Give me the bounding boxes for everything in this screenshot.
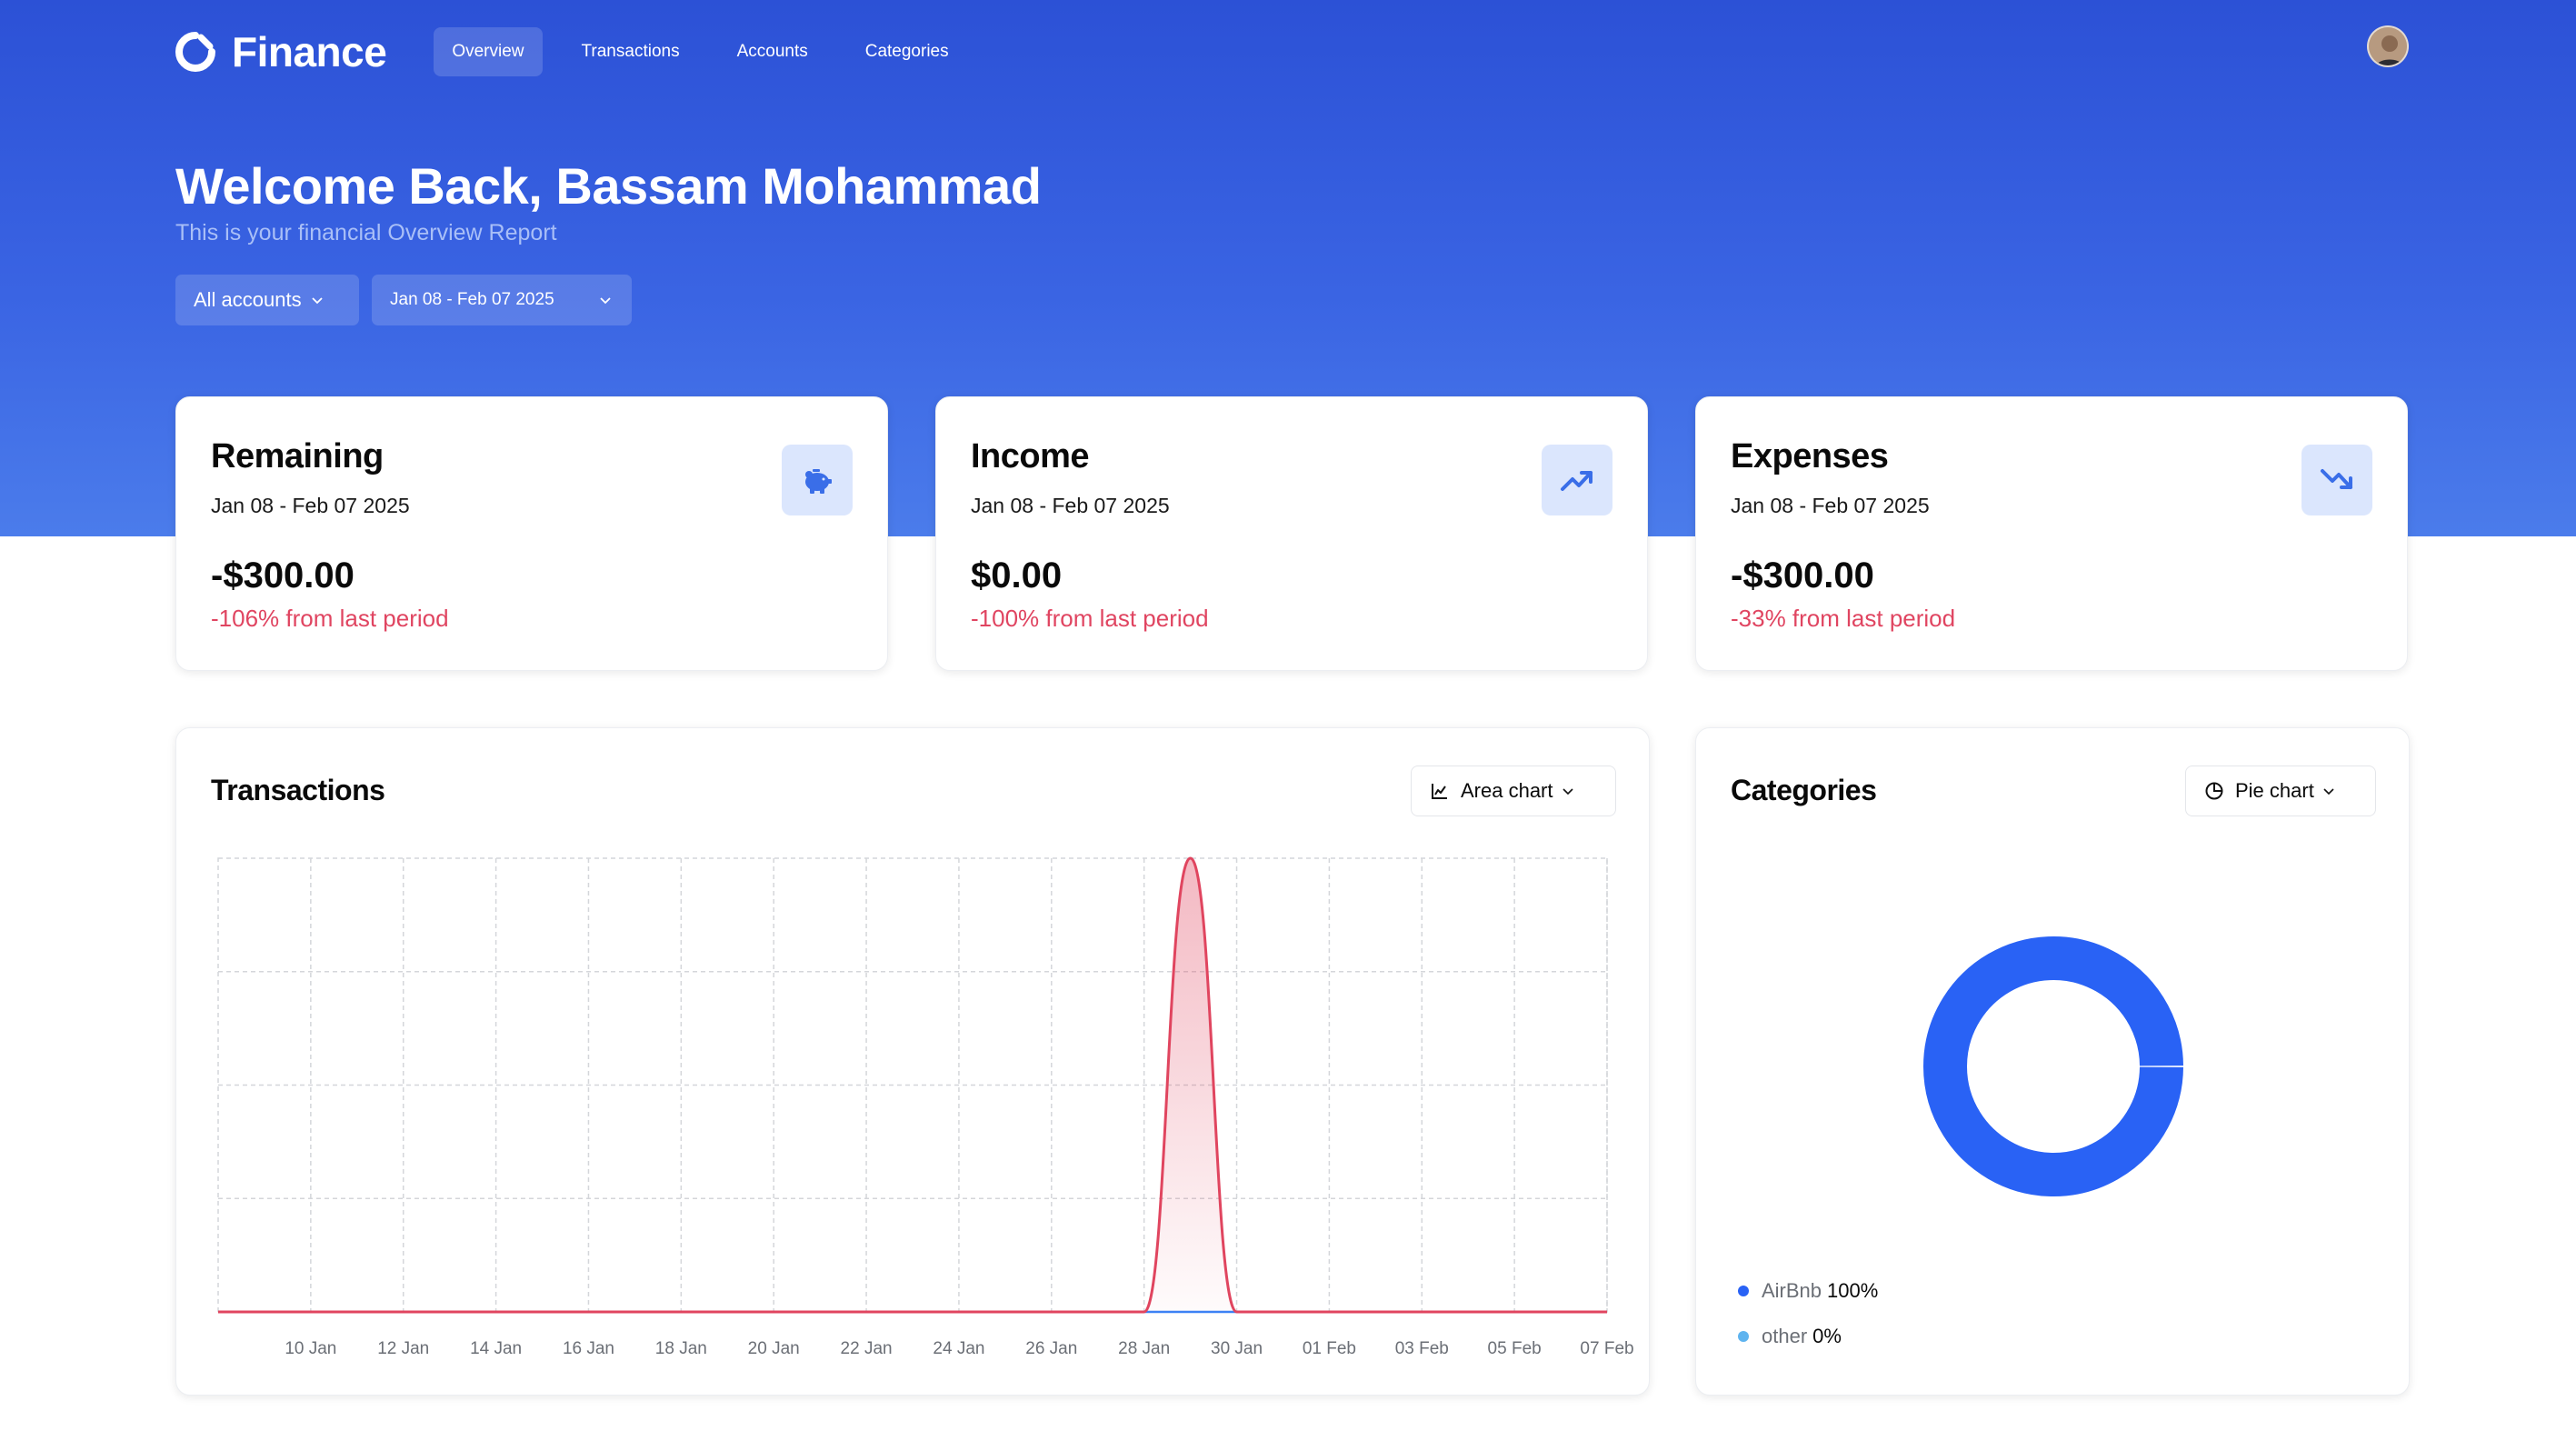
top-nav: Finance Overview Transactions Accounts C… xyxy=(175,22,988,82)
account-filter[interactable]: All accounts xyxy=(175,275,359,325)
stat-value: -$300.00 xyxy=(1731,555,1874,595)
app-logo[interactable]: Finance xyxy=(175,27,387,76)
welcome-subtitle: This is your financial Overview Report xyxy=(175,220,557,245)
account-filter-label: All accounts xyxy=(194,288,302,311)
x-tick-label: 14 Jan xyxy=(470,1339,522,1358)
x-tick-label: 28 Jan xyxy=(1118,1339,1170,1358)
transactions-panel: Transactions Area chart 10 Jan 12 Jan 14 J… xyxy=(175,727,1650,1396)
x-tick-label: 22 Jan xyxy=(841,1339,893,1358)
pie-slice[interactable] xyxy=(1923,936,2183,1196)
expenses-card: Expenses Jan 08 - Feb 07 2025 -$300.00 -… xyxy=(1695,396,2408,671)
nav-links: Overview Transactions Accounts Categorie… xyxy=(434,27,987,76)
stat-icon-box xyxy=(1542,445,1612,515)
stat-title: Income xyxy=(971,437,1090,475)
legend-name: AirBnb xyxy=(1762,1279,1822,1302)
x-tick-label: 10 Jan xyxy=(285,1339,336,1358)
x-tick-label: 30 Jan xyxy=(1211,1339,1263,1358)
income-card: Income Jan 08 - Feb 07 2025 $0.00 -100% … xyxy=(935,396,1648,671)
chevron-down-icon xyxy=(600,297,611,305)
stat-range: Jan 08 - Feb 07 2025 xyxy=(971,494,1170,517)
user-avatar[interactable] xyxy=(2367,25,2409,67)
nav-transactions[interactable]: Transactions xyxy=(564,27,698,76)
remaining-card: Remaining Jan 08 - Feb 07 2025 -$300.00 … xyxy=(175,396,888,671)
legend-value: 0% xyxy=(1812,1325,1842,1347)
x-tick-label: 12 Jan xyxy=(377,1339,429,1358)
legend-dot xyxy=(1738,1331,1749,1342)
stat-range: Jan 08 - Feb 07 2025 xyxy=(211,494,410,517)
date-range-label: Jan 08 - Feb 07 2025 xyxy=(390,290,554,309)
piggy-bank-icon xyxy=(805,469,832,494)
nav-overview[interactable]: Overview xyxy=(434,27,543,76)
chevron-down-icon xyxy=(311,297,323,305)
x-tick-label: 05 Feb xyxy=(1488,1339,1542,1358)
stat-value: $0.00 xyxy=(971,555,1063,595)
trending-down-icon xyxy=(2321,469,2352,489)
categories-panel: Categories Pie chart AirBnb 100% other 0… xyxy=(1695,727,2410,1396)
x-tick-label: 20 Jan xyxy=(748,1339,800,1358)
x-tick-label: 18 Jan xyxy=(655,1339,707,1358)
x-tick-label: 03 Feb xyxy=(1395,1339,1449,1358)
stat-change: -33% from last period xyxy=(1731,605,1956,632)
stat-change: -100% from last period xyxy=(971,605,1209,632)
nav-accounts[interactable]: Accounts xyxy=(719,27,826,76)
logo-icon xyxy=(175,32,215,72)
x-tick-label: 07 Feb xyxy=(1580,1339,1633,1358)
x-tick-label: 16 Jan xyxy=(563,1339,614,1358)
date-range-filter[interactable]: Jan 08 - Feb 07 2025 xyxy=(372,275,632,325)
legend-item-other: other 0% xyxy=(1738,1325,1842,1348)
trending-up-icon xyxy=(1561,471,1593,491)
legend-value: 100% xyxy=(1827,1279,1879,1302)
transactions-area-chart: 10 Jan 12 Jan 14 Jan 16 Jan 18 Jan 20 Jan 22 J… xyxy=(217,856,1634,1358)
filters: All accounts Jan 08 - Feb 07 2025 xyxy=(175,275,644,325)
stat-range: Jan 08 - Feb 07 2025 xyxy=(1731,494,1930,517)
stat-icon-box xyxy=(782,445,853,515)
stat-change: -106% from last period xyxy=(211,605,449,632)
app-name: Finance xyxy=(232,28,387,75)
x-tick-label: 24 Jan xyxy=(933,1339,984,1358)
stat-title: Remaining xyxy=(211,437,384,475)
x-tick-label: 26 Jan xyxy=(1025,1339,1077,1358)
legend-name: other xyxy=(1762,1325,1808,1347)
stat-value: -$300.00 xyxy=(211,555,354,595)
x-tick-label: 01 Feb xyxy=(1303,1339,1356,1358)
legend-item-airbnb: AirBnb 100% xyxy=(1738,1279,1878,1303)
legend-dot xyxy=(1738,1286,1749,1296)
nav-categories[interactable]: Categories xyxy=(847,27,967,76)
stat-title: Expenses xyxy=(1731,437,1889,475)
welcome-heading: Welcome Back, Bassam Mohammad xyxy=(175,157,1042,215)
stat-icon-box xyxy=(2301,445,2372,515)
